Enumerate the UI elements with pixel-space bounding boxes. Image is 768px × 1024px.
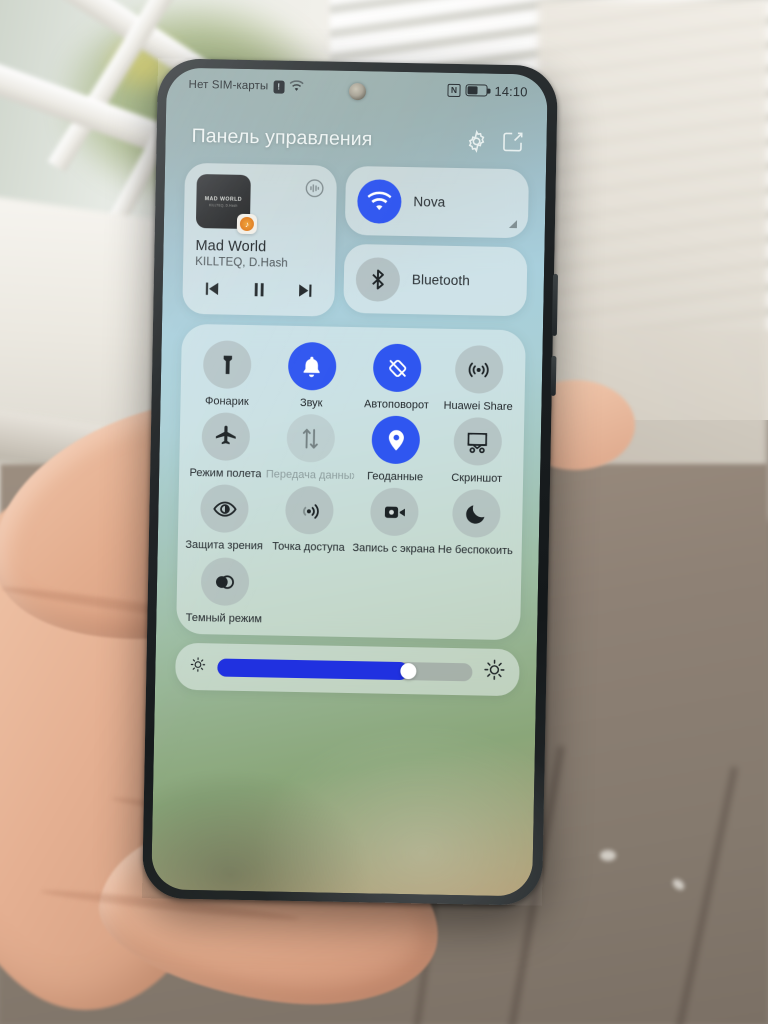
toggle-label: Автоповорот — [363, 398, 430, 412]
toggle-screen-record[interactable]: Запись с экрана — [352, 487, 436, 556]
toggle-label: Точка доступа — [272, 540, 345, 554]
flashlight-icon[interactable] — [203, 340, 253, 390]
nfc-icon: N — [447, 83, 461, 97]
pause-button[interactable] — [248, 279, 269, 305]
toggle-do-not-disturb[interactable]: Не беспокоить — [435, 488, 517, 558]
hotspot-icon[interactable] — [284, 485, 334, 535]
top-tiles-row: MAD WORLD KILLTEQ, D.Hash ♪ Mad World KI… — [162, 147, 546, 320]
sun-small-icon — [189, 655, 206, 677]
location-pin-icon[interactable] — [371, 415, 421, 465]
toggle-dark-mode[interactable]: Темный режим — [182, 557, 266, 626]
wifi-tile[interactable]: Nova — [344, 165, 530, 239]
dark-mode-icon[interactable] — [200, 557, 250, 607]
toggle-location[interactable]: Геоданные — [354, 415, 438, 484]
toggle-label: Защита зрения — [185, 538, 263, 553]
toggle-hotspot[interactable]: Точка доступа — [264, 485, 353, 554]
album-art-wrapper: MAD WORLD KILLTEQ, D.Hash ♪ — [195, 174, 258, 235]
toggle-label: Режим полета — [189, 466, 262, 481]
toggle-label: Фонарик — [204, 395, 249, 409]
huawei-share-icon[interactable] — [454, 344, 504, 394]
header-spacer — [384, 140, 452, 141]
smartphone-device: Нет SIM-карты ! N 14:10 Панель управлени… — [141, 58, 559, 906]
toggle-label: Передача данных — [265, 468, 354, 483]
next-track-button[interactable] — [295, 280, 316, 306]
battery-icon — [465, 84, 488, 97]
eye-icon[interactable] — [200, 484, 250, 534]
toggle-label: Huawei Share — [443, 399, 513, 414]
quick-toggles-panel: Фонарик Звук Автоповорот Huawei Share Ре… — [176, 323, 526, 641]
toggle-grid: Фонарик Звук Автоповорот Huawei Share Ре… — [184, 340, 520, 557]
track-title: Mad World — [195, 237, 267, 256]
data-transfer-icon[interactable] — [286, 413, 336, 463]
brightness-slider[interactable] — [217, 657, 473, 681]
media-player-card[interactable]: MAD WORLD KILLTEQ, D.Hash ♪ Mad World KI… — [182, 162, 338, 317]
bluetooth-label: Bluetooth — [411, 272, 470, 289]
wifi-icon[interactable] — [356, 178, 402, 224]
brightness-slider-fill — [217, 657, 409, 680]
toggle-grid-row-4: Темный режим — [182, 557, 515, 630]
grid-spacer — [265, 558, 349, 627]
volume-button[interactable] — [550, 355, 557, 396]
bluetooth-icon[interactable] — [355, 256, 401, 302]
music-app-icon: ♪ — [236, 213, 258, 235]
gear-icon[interactable] — [464, 129, 488, 153]
camcorder-icon[interactable] — [369, 487, 419, 537]
toggle-label: Запись с экрана — [352, 542, 436, 556]
sun-large-icon — [483, 659, 506, 686]
grid-spacer — [348, 560, 432, 629]
edit-square-icon[interactable] — [500, 130, 524, 154]
toggle-autorotate[interactable]: Автоповорот — [355, 343, 439, 412]
toggle-label: Звук — [299, 397, 323, 410]
previous-track-button[interactable] — [200, 278, 221, 304]
sim-alert-icon: ! — [273, 79, 285, 94]
deck-debris — [600, 850, 616, 861]
audio-cast-icon[interactable] — [303, 177, 325, 199]
grid-spacer — [431, 562, 515, 631]
page-title: Панель управления — [191, 124, 373, 150]
toggle-screenshot[interactable]: Скриншот — [436, 416, 518, 486]
toggle-flashlight[interactable]: Фонарик — [186, 340, 268, 409]
status-clock: 14:10 — [494, 83, 528, 99]
wifi-network-name: Nova — [413, 194, 446, 210]
control-panel-header: Панель управления — [165, 101, 547, 154]
connectivity-column: Nova Bluetooth — [343, 165, 530, 320]
deck-plank-seam — [668, 766, 739, 1024]
auto-rotate-icon[interactable] — [372, 343, 422, 393]
toggle-huawei-share[interactable]: Huawei Share — [438, 344, 520, 414]
sim-status-text: Нет SIM-карты — [188, 78, 269, 93]
track-artist: KILLTEQ, D.Hash — [195, 255, 288, 270]
toggle-eye-comfort[interactable]: Защита зрения — [184, 484, 266, 553]
phone-screen: Нет SIM-карты ! N 14:10 Панель управлени… — [151, 67, 548, 897]
media-controls — [194, 278, 322, 306]
bell-icon[interactable] — [287, 341, 337, 391]
album-art-subtitle: KILLTEQ, D.Hash — [209, 202, 238, 208]
screenshot-icon[interactable] — [452, 416, 502, 466]
toggle-label: Геоданные — [367, 470, 424, 484]
airplane-icon[interactable] — [201, 412, 251, 462]
brightness-panel — [174, 642, 520, 697]
toggle-label: Скриншот — [451, 471, 503, 485]
moon-icon[interactable] — [451, 488, 501, 538]
toggle-airplane[interactable]: Режим полета — [185, 412, 267, 481]
toggle-mobile-data[interactable]: Передача данных — [266, 413, 355, 482]
brightness-slider-knob[interactable] — [400, 662, 417, 679]
album-art-title: MAD WORLD — [204, 195, 243, 203]
toggle-sound[interactable]: Звук — [267, 341, 356, 410]
wifi-expand-icon[interactable] — [508, 220, 518, 229]
wifi-icon — [289, 79, 304, 94]
toggle-label: Темный режим — [185, 611, 263, 626]
bluetooth-tile[interactable]: Bluetooth — [343, 243, 528, 317]
toggle-label: Не беспокоить — [437, 543, 513, 558]
